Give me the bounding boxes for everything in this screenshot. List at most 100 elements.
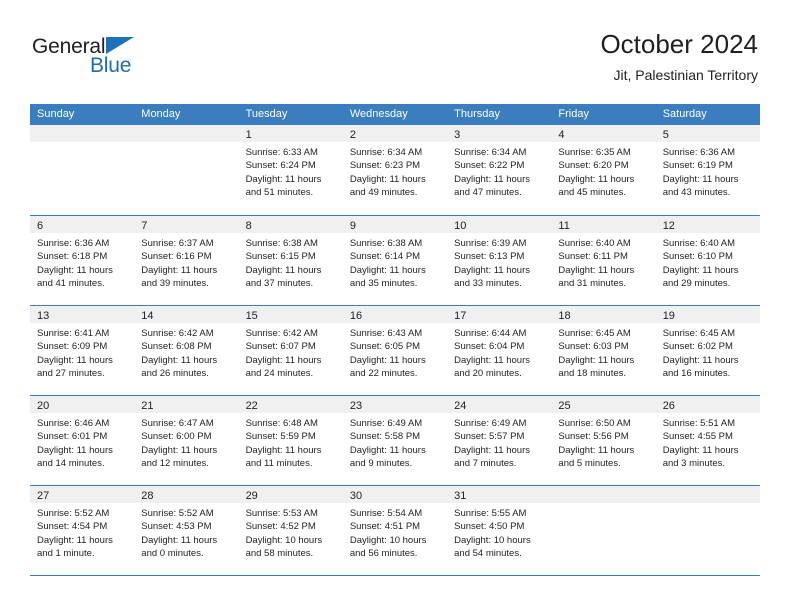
day-cell-body: Sunrise: 6:35 AM Sunset: 6:20 PM Daylight:… [551,142,655,200]
calendar-day-cell[interactable]: 6 Sunrise: 6:36 AM Sunset: 6:18 PM Daylight… [30,216,135,305]
day-detail-line: Daylight: 11 hours [141,444,218,456]
day-number: 15 [245,310,258,322]
calendar-cell-empty [30,125,135,215]
day-detail-line: and 45 minutes. [558,187,627,199]
day-cell-body [656,503,760,507]
day-detail-line: Sunrise: 6:36 AM [37,238,110,249]
day-cell-body [134,142,238,146]
calendar-bottom-rule [30,575,760,576]
day-number-band: 13 [30,306,135,323]
calendar-day-cell[interactable]: 11 Sunrise: 6:40 AM Sunset: 6:11 PM Dayligh… [551,216,656,305]
calendar-page: General Blue October 2024 Jit, Palestini… [0,0,792,612]
day-detail-line: Daylight: 11 hours [349,444,426,456]
calendar-day-cell[interactable]: 31 Sunrise: 5:55 AM Sunset: 4:50 PM Dayligh… [447,486,552,575]
day-detail-line: Sunset: 6:16 PM [141,251,212,263]
day-cell-body [30,142,134,146]
day-number-band: 29 [238,486,343,503]
calendar-day-cell[interactable]: 1 Sunrise: 6:33 AM Sunset: 6:24 PM Daylight… [238,125,343,215]
day-detail-line: Sunrise: 6:50 AM [558,418,631,429]
calendar-day-cell[interactable]: 5 Sunrise: 6:36 AM Sunset: 6:19 PM Daylight… [655,125,760,215]
calendar-day-cell[interactable]: 28 Sunrise: 5:52 AM Sunset: 4:53 PM Dayligh… [134,486,239,575]
day-number-band: 17 [447,306,552,323]
calendar-day-cell[interactable]: 12 Sunrise: 6:40 AM Sunset: 6:10 PM Dayligh… [655,216,760,305]
day-number: 25 [558,400,571,412]
day-detail-line: and 27 minutes. [37,368,105,380]
logo-text-blue: Blue [90,54,132,77]
calendar-day-cell[interactable]: 26 Sunrise: 5:51 AM Sunset: 4:55 PM Dayligh… [655,396,760,485]
day-number: 31 [454,490,467,502]
calendar-day-cell[interactable]: 25 Sunrise: 6:50 AM Sunset: 5:56 PM Dayligh… [551,396,656,485]
day-detail-line: Sunset: 6:19 PM [662,160,733,172]
day-detail-line: Sunrise: 6:39 AM [454,238,527,249]
day-detail-line: and 31 minutes. [558,278,627,290]
day-detail-line: Daylight: 11 hours [245,354,322,366]
day-detail-line: and 26 minutes. [141,368,209,380]
day-detail-line: and 56 minutes. [349,548,418,560]
day-cell-body: Sunrise: 5:51 AM Sunset: 4:55 PM Daylight:… [656,413,760,471]
calendar-day-cell[interactable]: 27 Sunrise: 5:52 AM Sunset: 4:54 PM Dayligh… [30,486,135,575]
day-detail-line: Sunset: 6:14 PM [349,251,421,263]
day-detail-line: Daylight: 11 hours [37,444,113,456]
calendar-day-cell[interactable]: 24 Sunrise: 6:49 AM Sunset: 5:57 PM Dayligh… [447,396,552,485]
day-detail-line: Sunrise: 6:38 AM [245,238,318,249]
day-number: 3 [454,129,461,141]
day-number: 19 [662,310,675,322]
calendar-week-row: 13 Sunrise: 6:41 AM Sunset: 6:09 PM Dayligh… [30,305,760,395]
day-number: 17 [454,310,467,322]
day-number-band: 16 [342,306,448,323]
day-detail-line: Sunrise: 5:51 AM [662,418,736,429]
calendar-day-cell[interactable]: 22 Sunrise: 6:48 AM Sunset: 5:59 PM Dayligh… [238,396,343,485]
day-number-band: 22 [238,396,343,413]
location-subtitle: Jit, Palestinian Territory [613,66,758,83]
day-detail-line: and 7 minutes. [454,458,517,470]
calendar-week-row: 6 Sunrise: 6:36 AM Sunset: 6:18 PM Daylight… [30,215,760,305]
calendar-day-cell[interactable]: 2 Sunrise: 6:34 AM Sunset: 6:23 PM Daylight… [342,125,448,215]
day-number: 30 [349,490,363,502]
logo-triangle-icon [106,37,134,54]
day-detail-line: and 5 minutes. [558,458,621,470]
day-number-band: 4 [551,125,656,142]
calendar-day-cell[interactable]: 15 Sunrise: 6:42 AM Sunset: 6:07 PM Dayligh… [238,306,343,395]
calendar-day-cell[interactable]: 23 Sunrise: 6:49 AM Sunset: 5:58 PM Dayligh… [342,396,448,485]
day-detail-line: Sunset: 4:52 PM [245,521,316,533]
calendar-day-cell[interactable]: 4 Sunrise: 6:35 AM Sunset: 6:20 PM Daylight… [551,125,656,215]
calendar-day-cell[interactable]: 17 Sunrise: 6:44 AM Sunset: 6:04 PM Dayligh… [447,306,552,395]
calendar-day-cell[interactable]: 21 Sunrise: 6:47 AM Sunset: 6:00 PM Dayligh… [134,396,239,485]
calendar-day-cell[interactable]: 3 Sunrise: 6:34 AM Sunset: 6:22 PM Daylight… [447,125,552,215]
day-number: 26 [662,400,675,412]
day-number-band: 25 [551,396,656,413]
calendar-day-cell[interactable]: 9 Sunrise: 6:38 AM Sunset: 6:14 PM Daylight… [342,216,448,305]
day-cell-body: Sunrise: 5:53 AM Sunset: 4:52 PM Daylight:… [239,503,343,561]
day-detail-line: Sunset: 4:53 PM [141,521,212,533]
day-number: 11 [558,220,570,232]
day-detail-line: Sunset: 6:09 PM [37,341,108,353]
calendar-day-cell[interactable]: 7 Sunrise: 6:37 AM Sunset: 6:16 PM Daylight… [134,216,239,305]
calendar-day-cell[interactable]: 13 Sunrise: 6:41 AM Sunset: 6:09 PM Dayligh… [30,306,135,395]
day-detail-line: Sunrise: 6:40 AM [558,238,631,249]
calendar-day-cell[interactable]: 10 Sunrise: 6:39 AM Sunset: 6:13 PM Dayligh… [447,216,552,305]
day-cell-body: Sunrise: 6:40 AM Sunset: 6:10 PM Daylight:… [656,233,760,291]
day-detail-line: Sunrise: 5:53 AM [245,508,318,519]
weekday-header-monday: Monday [141,108,181,120]
calendar-day-cell[interactable]: 19 Sunrise: 6:45 AM Sunset: 6:02 PM Dayligh… [655,306,760,395]
day-cell-body: Sunrise: 6:47 AM Sunset: 6:00 PM Daylight:… [134,413,238,471]
day-cell-body: Sunrise: 5:52 AM Sunset: 4:54 PM Daylight:… [30,503,134,561]
day-cell-body: Sunrise: 6:36 AM Sunset: 6:18 PM Daylight:… [30,233,134,291]
day-detail-line: Sunrise: 6:49 AM [349,418,423,429]
calendar-day-cell[interactable]: 30 Sunrise: 5:54 AM Sunset: 4:51 PM Dayligh… [342,486,448,575]
calendar-day-cell[interactable]: 14 Sunrise: 6:42 AM Sunset: 6:08 PM Dayligh… [134,306,239,395]
day-cell-body: Sunrise: 6:45 AM Sunset: 6:02 PM Daylight:… [656,323,760,381]
day-detail-line: and 58 minutes. [245,548,314,560]
calendar-day-cell[interactable]: 29 Sunrise: 5:53 AM Sunset: 4:52 PM Dayligh… [238,486,343,575]
calendar-cell-empty [134,125,239,215]
calendar-day-cell[interactable]: 8 Sunrise: 6:38 AM Sunset: 6:15 PM Daylight… [238,216,343,305]
day-cell-body: Sunrise: 6:43 AM Sunset: 6:05 PM Daylight:… [343,323,447,381]
calendar-grid: Sunday Monday Tuesday Wednesday Thursday Frid… [30,104,760,576]
calendar-day-cell[interactable]: 20 Sunrise: 6:46 AM Sunset: 6:01 PM Dayligh… [30,396,135,485]
day-detail-line: Sunset: 5:58 PM [349,431,421,443]
day-number: 29 [245,490,258,502]
calendar-day-cell[interactable]: 16 Sunrise: 6:43 AM Sunset: 6:05 PM Dayligh… [342,306,448,395]
day-detail-line: and 20 minutes. [454,368,522,380]
calendar-day-cell[interactable]: 18 Sunrise: 6:45 AM Sunset: 6:03 PM Dayligh… [551,306,656,395]
day-detail-line: Sunset: 6:15 PM [245,251,316,263]
